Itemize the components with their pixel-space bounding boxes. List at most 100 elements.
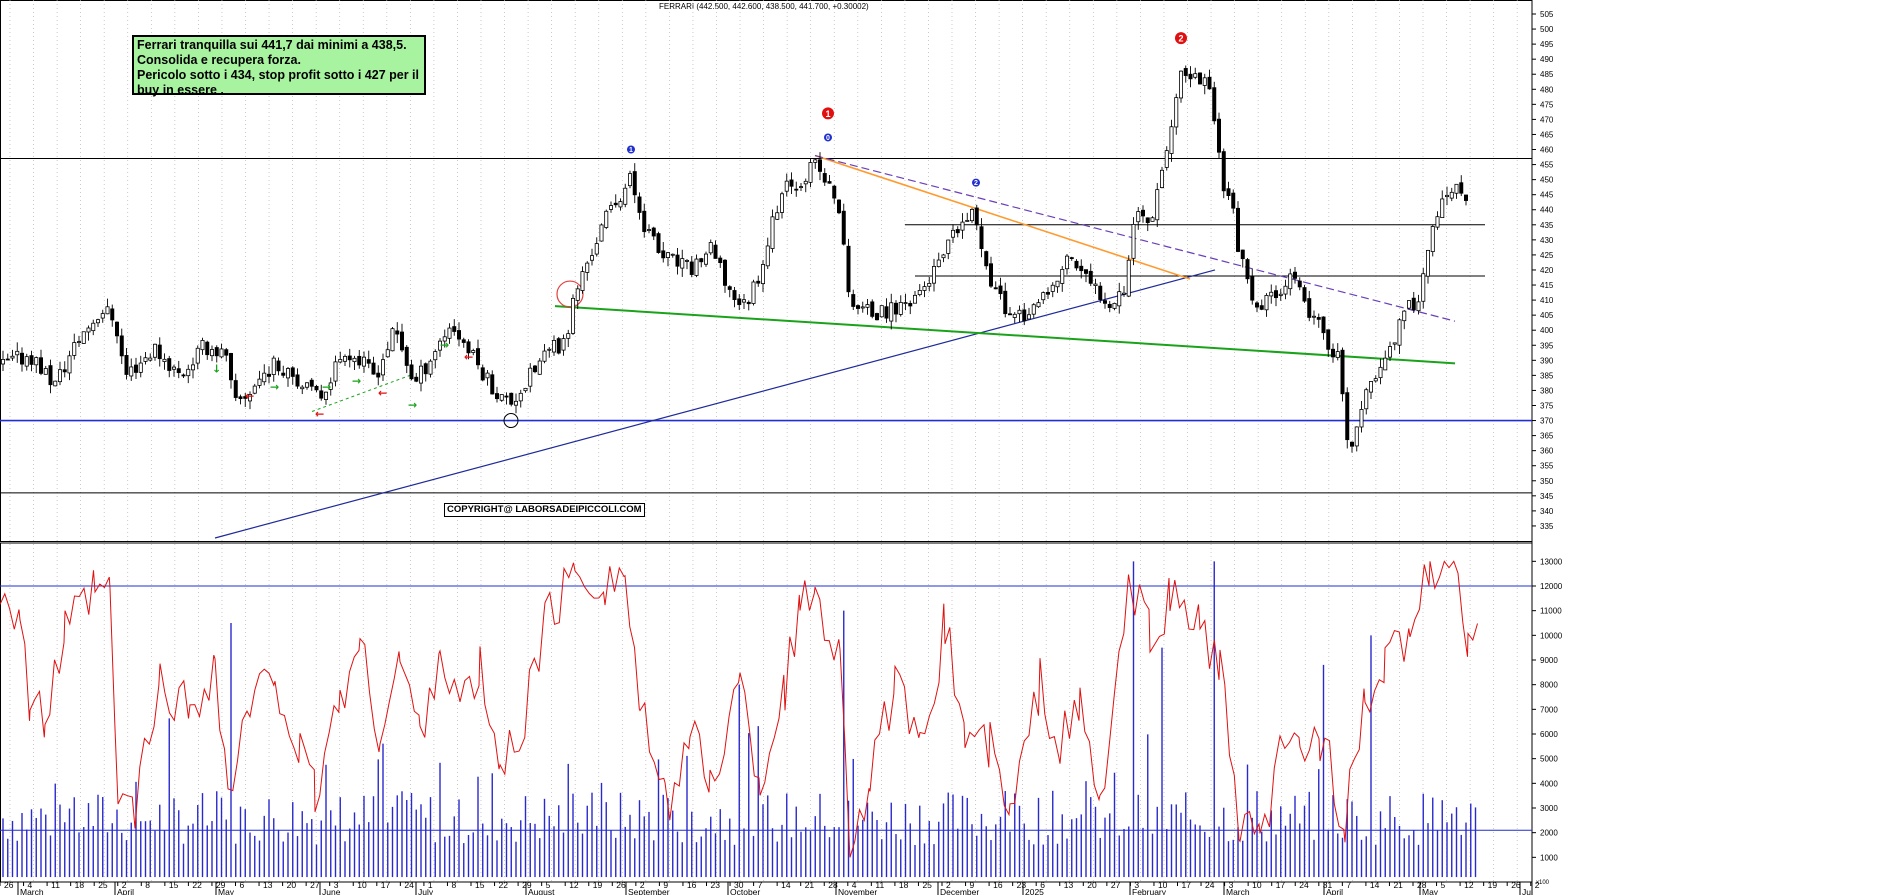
candle-body <box>699 258 704 263</box>
price-tick-label: 475 <box>1540 100 1554 109</box>
candle-body <box>352 357 357 363</box>
signal-arrow: → <box>322 380 331 393</box>
price-tick-label: 490 <box>1540 55 1554 64</box>
day-tick-label: 13 <box>1064 880 1074 890</box>
candle-body <box>1288 273 1293 290</box>
candle-body <box>623 187 628 205</box>
month-label: September <box>628 887 670 895</box>
candle-body <box>1359 409 1364 428</box>
month-label: July <box>418 887 434 895</box>
candle-body <box>0 358 6 365</box>
candle-body <box>803 180 808 185</box>
candle-body <box>81 331 86 344</box>
candle-body <box>1060 269 1065 284</box>
price-tick-label: 450 <box>1540 176 1554 185</box>
note-line-2: Consolida e recupera forza. <box>137 53 301 67</box>
candle-body <box>1321 316 1326 334</box>
candle-body <box>1202 77 1207 86</box>
candle-body <box>1179 70 1184 99</box>
price-tick-label: 485 <box>1540 70 1554 79</box>
candle-body <box>756 280 761 284</box>
candle-body <box>380 359 385 376</box>
candle-body <box>913 294 918 304</box>
candle-body <box>110 308 115 321</box>
candle-body <box>661 250 666 259</box>
candle-body <box>936 259 941 268</box>
candle-body <box>514 400 519 406</box>
day-tick-label: 15 <box>475 880 485 890</box>
candle-body <box>1198 72 1203 85</box>
month-label: May <box>218 887 235 895</box>
candle-body <box>1388 346 1393 358</box>
candle-body <box>751 281 756 304</box>
candle-body <box>238 396 243 399</box>
candle-body <box>523 387 528 392</box>
candle-body <box>984 251 989 267</box>
candle-body <box>1088 270 1093 284</box>
candle-body <box>1117 291 1122 307</box>
price-tick-label: 350 <box>1540 477 1554 486</box>
candle-body <box>1392 342 1397 345</box>
candle-body <box>452 326 457 332</box>
note-line-3: Pericolo sotto i 434, stop profit sotto … <box>137 68 419 82</box>
candles-group <box>0 65 1469 453</box>
month-label: October <box>730 887 760 895</box>
candle-body <box>1259 305 1264 310</box>
month-label: March <box>20 887 44 895</box>
volume-tick-label: 7000 <box>1540 705 1558 714</box>
candle-body <box>533 365 538 373</box>
candle-body <box>590 255 595 261</box>
candle-body <box>224 349 229 356</box>
copyright-label: COPYRIGHT@ LABORSADEIPICCOLI.COM <box>444 503 645 517</box>
candle-body <box>723 259 728 286</box>
candle-body <box>713 244 718 259</box>
candle-body <box>884 306 889 319</box>
candle-body <box>24 356 29 367</box>
candle-body <box>1430 226 1435 252</box>
wave-marker-label: 1 <box>629 147 633 154</box>
candle-body <box>475 348 480 366</box>
candle-body <box>604 210 609 228</box>
candle-body <box>1065 255 1070 270</box>
candle-body <box>129 366 134 377</box>
price-tick-label: 445 <box>1540 191 1554 200</box>
candle-body <box>651 227 656 237</box>
candle-body <box>1131 224 1136 259</box>
candle-body <box>808 162 813 183</box>
candle-body <box>414 376 419 382</box>
candle-body <box>1050 284 1055 292</box>
candle-body <box>870 301 875 317</box>
candle-body <box>509 392 514 405</box>
day-tick-label: 8 <box>451 880 456 890</box>
candle-body <box>1022 309 1027 322</box>
day-tick-label: 10 <box>1252 880 1262 890</box>
signal-arrow: → <box>352 374 361 387</box>
candle-body <box>666 252 671 258</box>
candle-body <box>262 372 267 383</box>
month-label: April <box>1326 887 1343 895</box>
candle-body <box>528 367 533 387</box>
month-label: August <box>528 887 555 895</box>
candle-body <box>979 226 984 250</box>
candle-body <box>1212 87 1217 122</box>
candle-body <box>1093 283 1098 286</box>
candle-body <box>1084 269 1089 274</box>
analysis-note: Ferrari tranquilla sui 441,7 dai minimi … <box>132 35 426 97</box>
candle-body <box>822 173 827 183</box>
month-label: December <box>940 887 979 895</box>
candle-body <box>333 361 338 382</box>
candle-body <box>1188 73 1193 80</box>
axis-corner-label: x100 <box>1536 880 1550 886</box>
candle-body <box>946 239 951 254</box>
volume-tick-label: 4000 <box>1540 779 1558 788</box>
candle-body <box>162 358 167 362</box>
candle-body <box>124 355 129 375</box>
candle-body <box>357 355 362 366</box>
candle-body <box>504 395 509 398</box>
candle-body <box>1027 314 1032 320</box>
day-tick-label: 25 <box>922 880 932 890</box>
month-label: February <box>1132 887 1167 895</box>
day-tick-label: 10 <box>357 880 367 890</box>
candle-body <box>1193 73 1198 78</box>
day-tick-label: 17 <box>1276 880 1286 890</box>
